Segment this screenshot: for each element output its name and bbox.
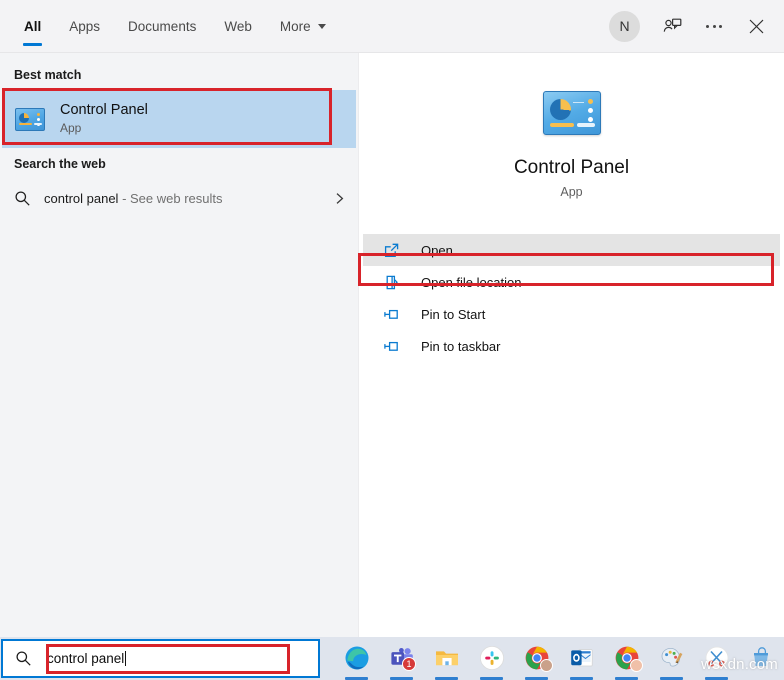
search-header: All Apps Documents Web More N bbox=[0, 0, 784, 53]
edge-icon bbox=[345, 646, 368, 670]
pin-to-taskbar-action[interactable]: Pin to taskbar bbox=[363, 330, 780, 362]
avatar[interactable]: N bbox=[609, 10, 640, 42]
taskbar-item-slack[interactable] bbox=[469, 637, 514, 680]
best-match-heading: Best match bbox=[14, 68, 82, 82]
open-file-location-action[interactable]: Open file location bbox=[363, 266, 780, 298]
search-body: Best match Control Panel App Search the … bbox=[0, 53, 784, 637]
tab-all[interactable]: All bbox=[10, 0, 55, 52]
tab-more[interactable]: More bbox=[266, 0, 340, 52]
person-feedback-icon[interactable] bbox=[652, 6, 692, 46]
search-filter-tabs: All Apps Documents Web More bbox=[0, 0, 340, 52]
ellipsis-icon[interactable] bbox=[694, 6, 734, 46]
search-web-heading: Search the web bbox=[14, 157, 106, 171]
open-file-location-label: Open file location bbox=[421, 274, 522, 290]
web-result-query: control panel bbox=[44, 190, 119, 206]
taskbar-item-google-chrome[interactable] bbox=[514, 637, 559, 680]
pin-to-start-action[interactable]: Pin to Start bbox=[363, 298, 780, 330]
preview-actions: Open Open file location Pin to Start Pin… bbox=[359, 234, 784, 362]
tab-all-label: All bbox=[24, 18, 42, 34]
taskbar-item-microsoft-outlook[interactable] bbox=[559, 637, 604, 680]
close-icon[interactable] bbox=[736, 6, 776, 46]
taskbar-item-google-chrome-profile[interactable] bbox=[604, 637, 649, 680]
search-header-actions: N bbox=[609, 0, 776, 52]
open-action[interactable]: Open bbox=[363, 234, 780, 266]
taskbar-item-file-explorer[interactable] bbox=[424, 637, 469, 680]
app-preview-pane: Control Panel App Open Open file locatio… bbox=[358, 53, 784, 637]
best-match-subtitle: App bbox=[60, 121, 82, 135]
pin-icon bbox=[383, 306, 421, 323]
tab-web[interactable]: Web bbox=[210, 0, 266, 52]
search-icon bbox=[15, 650, 47, 667]
chrome-profile-avatar bbox=[540, 659, 553, 672]
web-result-row[interactable]: control panel - See web results bbox=[0, 179, 358, 217]
pin-icon bbox=[383, 338, 421, 355]
search-icon bbox=[14, 190, 44, 207]
web-result-suffix: - See web results bbox=[118, 190, 223, 206]
file-explorer-icon bbox=[435, 651, 458, 666]
site-watermark: wsxdn.com bbox=[701, 656, 778, 673]
tab-documents[interactable]: Documents bbox=[114, 0, 210, 52]
tab-more-label: More bbox=[279, 18, 311, 34]
paint-icon bbox=[661, 647, 682, 667]
chevron-right-icon bbox=[333, 192, 346, 205]
taskbar-item-microsoft-teams[interactable]: 1 bbox=[379, 637, 424, 680]
preview-subtitle: App bbox=[560, 185, 583, 199]
outlook-icon bbox=[570, 649, 593, 667]
taskbar-search-box[interactable]: control panel bbox=[1, 639, 320, 678]
tab-documents-label: Documents bbox=[128, 18, 197, 34]
taskbar-search-value: control panel bbox=[47, 651, 125, 666]
best-match-text: Control Panel App bbox=[60, 101, 148, 137]
folder-open-icon bbox=[383, 274, 421, 291]
windows-search-flyout: All Apps Documents Web More N Best match… bbox=[0, 0, 784, 637]
control-panel-icon bbox=[14, 107, 46, 131]
tab-apps[interactable]: Apps bbox=[55, 0, 114, 52]
pin-to-start-label: Pin to Start bbox=[421, 306, 486, 322]
text-cursor bbox=[125, 651, 127, 666]
chevron-down-icon bbox=[317, 23, 326, 29]
best-match-title: Control Panel bbox=[60, 102, 148, 118]
best-match-container: Control Panel App bbox=[0, 90, 358, 148]
screen: All Apps Documents Web More N Best match… bbox=[0, 0, 784, 680]
pin-to-taskbar-label: Pin to taskbar bbox=[421, 338, 501, 354]
avatar-initial: N bbox=[619, 18, 630, 34]
preview-header: Control Panel App bbox=[359, 53, 784, 199]
tab-apps-label: Apps bbox=[69, 18, 101, 34]
open-external-icon bbox=[383, 242, 421, 259]
preview-title: Control Panel bbox=[513, 157, 630, 178]
taskbar-item-paint[interactable] bbox=[649, 637, 694, 680]
taskbar: control panel 1 wsxdn.com bbox=[0, 637, 784, 680]
chrome-profile-avatar bbox=[630, 659, 643, 672]
web-result-label: control panel - See web results bbox=[44, 191, 333, 206]
taskbar-badge-teams: 1 bbox=[402, 657, 416, 671]
open-action-label: Open bbox=[421, 242, 453, 258]
slack-icon bbox=[479, 645, 504, 671]
taskbar-item-microsoft-edge[interactable] bbox=[334, 637, 379, 680]
search-results-pane: Best match Control Panel App Search the … bbox=[0, 53, 358, 637]
taskbar-search-input[interactable]: control panel bbox=[47, 651, 127, 666]
tab-web-label: Web bbox=[224, 18, 252, 34]
control-panel-icon bbox=[542, 91, 601, 135]
best-match-result[interactable]: Control Panel App bbox=[2, 90, 356, 148]
